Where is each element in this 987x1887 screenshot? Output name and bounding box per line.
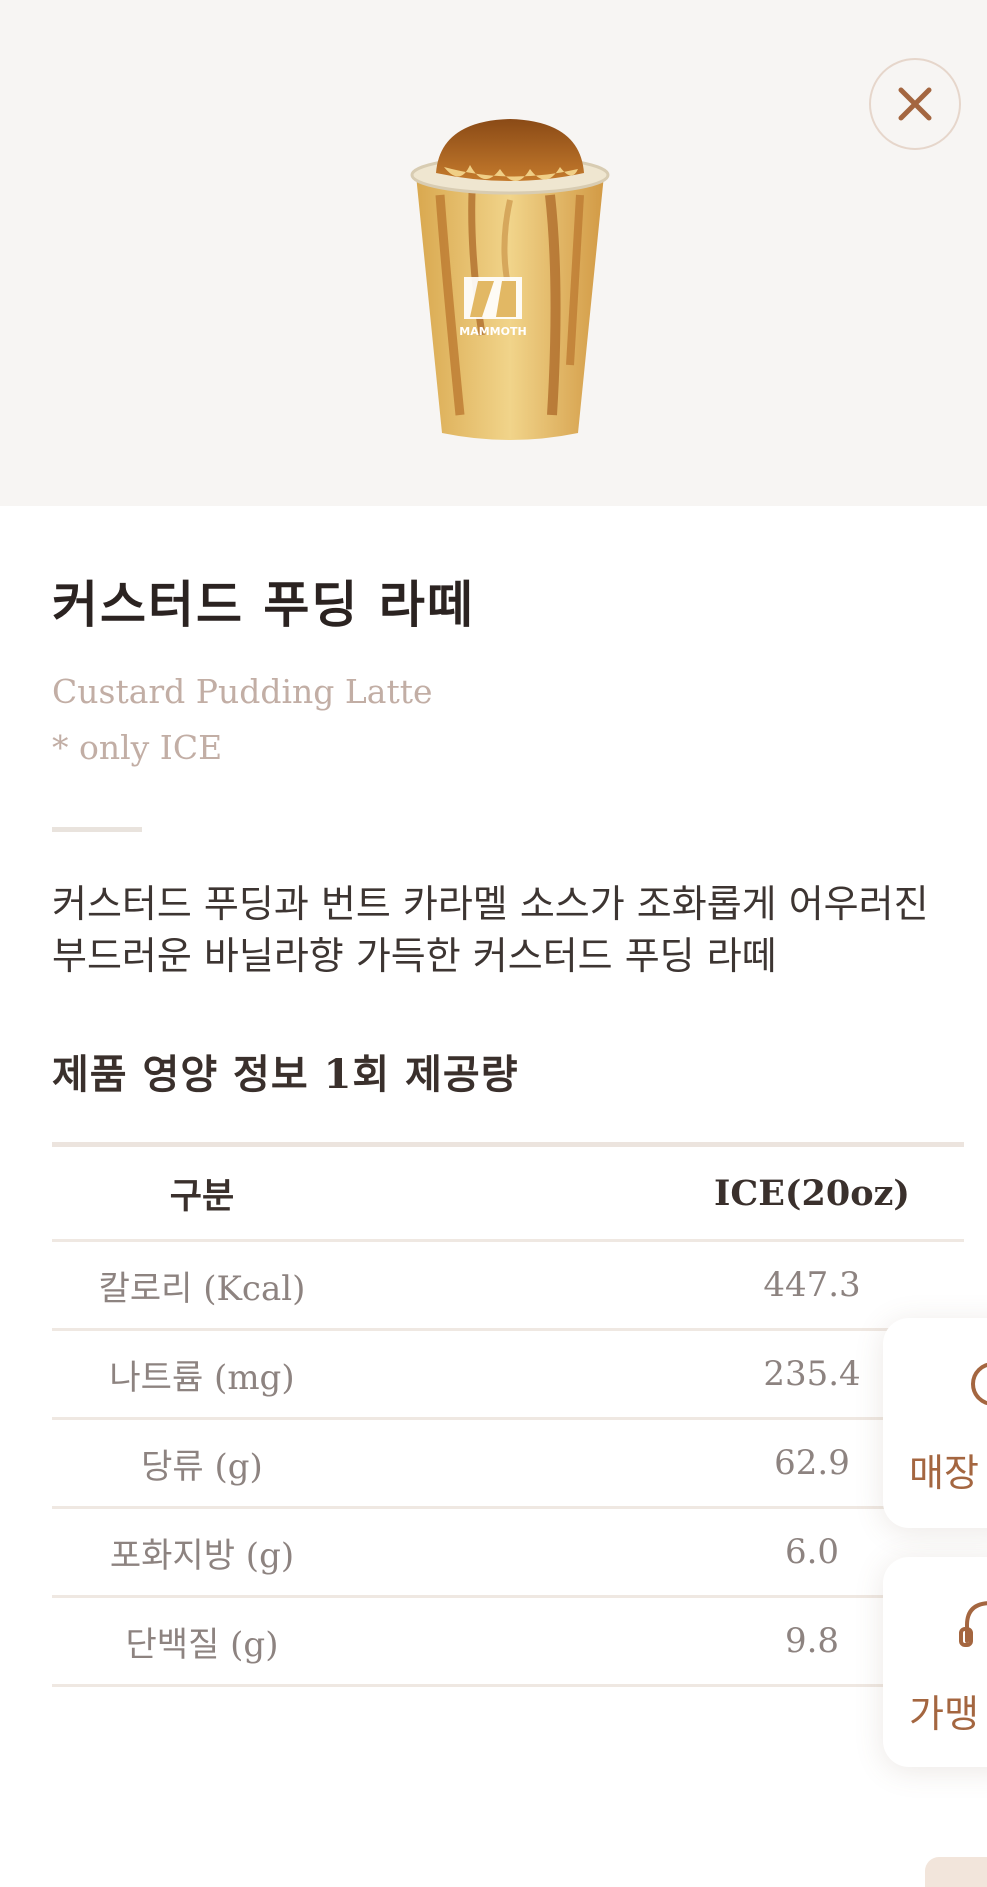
product-description: 커스터드 푸딩과 번트 카라멜 소스가 조화롭게 어우러진 부드러운 바닐라향 … [52,878,972,982]
product-note: * only ICE [52,728,223,767]
store-finder-button[interactable]: 매장 [883,1318,987,1528]
table-row: 당류 (g) 62.9 [52,1420,964,1509]
franchise-button[interactable]: 가맹 [883,1557,987,1767]
row-label: 포화지방 (g) [109,1535,295,1576]
nutrition-title: 제품 영양 정보 1회 제공량 [52,1051,519,1098]
store-finder-label: 매장 [909,1451,979,1495]
table-header-ice: ICE(20oz) [714,1172,910,1214]
table-header-category: 구분 [169,1175,235,1217]
row-label: 당류 (g) [141,1446,263,1487]
bottom-tab-handle[interactable] [925,1857,987,1887]
pudding-latte-cup-icon: MAMMOTH [410,119,610,440]
table-row: 포화지방 (g) 6.0 [52,1509,964,1598]
cup-logo-text: MAMMOTH [459,325,526,338]
row-label: 칼로리 (Kcal) [98,1268,306,1309]
table-row: 칼로리 (Kcal) 447.3 [52,1242,964,1331]
search-icon [971,1362,987,1406]
description-line: 커스터드 푸딩과 번트 카라멜 소스가 조화롭게 어우러진 [52,882,929,926]
product-hero: MAMMOTH [0,0,987,506]
close-icon [898,87,932,121]
product-title: 커스터드 푸딩 라떼 [52,575,475,634]
row-value: 447.3 [763,1265,861,1305]
product-english-name: Custard Pudding Latte [52,672,433,711]
divider [52,827,142,832]
row-label: 단백질 (g) [125,1624,279,1665]
description-line: 부드러운 바닐라향 가득한 커스터드 푸딩 라떼 [52,934,777,978]
product-image: MAMMOTH [400,115,620,445]
close-button[interactable] [869,58,961,150]
headset-icon [959,1601,987,1647]
table-row: 단백질 (g) 9.8 [52,1598,964,1687]
nutrition-table: 구분 ICE(20oz) 칼로리 (Kcal) 447.3 나트륨 (mg) 2… [52,1142,964,1687]
table-header-row: 구분 ICE(20oz) [52,1147,964,1242]
row-label: 나트륨 (mg) [109,1357,295,1398]
franchise-label: 가맹 [909,1692,979,1736]
table-row: 나트륨 (mg) 235.4 [52,1331,964,1420]
